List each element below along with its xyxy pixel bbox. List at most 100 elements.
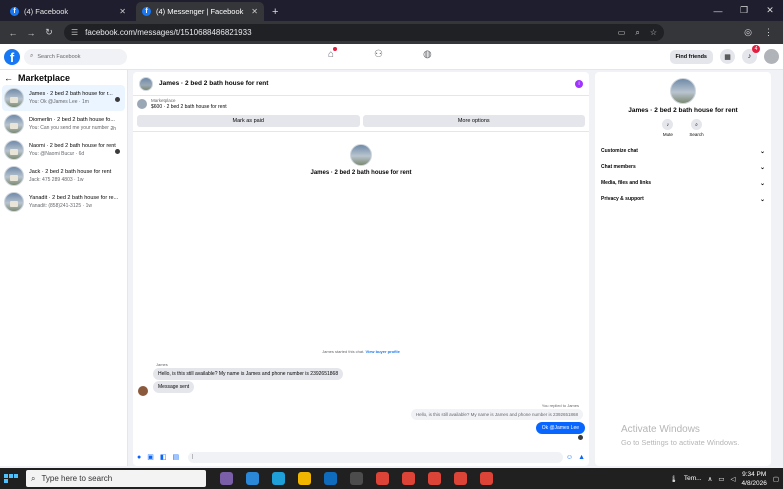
chrome-icon[interactable] bbox=[402, 472, 415, 485]
clock-time: 9:34 PM bbox=[742, 470, 767, 478]
conversation-item[interactable]: Naomi · 2 bed 2 bath house for rent You:… bbox=[2, 137, 125, 163]
conversation-avatar bbox=[4, 166, 24, 186]
conversation-item[interactable]: Yanadit · 2 bed 2 bath house for re... Y… bbox=[2, 189, 125, 215]
outgoing-message[interactable]: Ok @James Lee bbox=[535, 422, 585, 434]
conversation-item[interactable]: Diomerlin · 2 bed 2 bath house fo... You… bbox=[2, 111, 125, 137]
facebook-search-input[interactable]: ⌕ Search Facebook bbox=[24, 48, 127, 65]
chat-members-section[interactable]: Chat members ⌄ bbox=[595, 159, 771, 175]
mute-button[interactable]: ♪ Mute bbox=[662, 119, 674, 137]
microphone-icon[interactable]: ● bbox=[137, 454, 141, 461]
cast-icon[interactable]: ▭ bbox=[618, 28, 626, 38]
reload-icon[interactable]: ↻ bbox=[40, 27, 58, 38]
incoming-message[interactable]: Message sent bbox=[153, 381, 195, 393]
close-tab-icon[interactable]: ✕ bbox=[119, 7, 126, 16]
privacy-support-section[interactable]: Privacy & support ⌄ bbox=[595, 191, 771, 207]
sticker-icon[interactable]: ◧ bbox=[160, 453, 167, 461]
conversation-name: James · 2 bed 2 bath house for r... bbox=[29, 91, 113, 97]
menu-grid-icon[interactable]: ▦ bbox=[720, 49, 735, 64]
profile-icon[interactable]: ◎ bbox=[744, 27, 752, 38]
clock[interactable]: 9:34 PM 4/8/2026 bbox=[742, 470, 767, 488]
marketplace-icon[interactable]: ◍ bbox=[423, 49, 432, 60]
replied-note: You replied to James bbox=[541, 403, 579, 408]
bookmark-star-icon[interactable]: ☆ bbox=[650, 28, 657, 38]
browser-menu-icon[interactable]: ⋮ bbox=[764, 27, 773, 38]
chrome-icon[interactable] bbox=[428, 472, 441, 485]
restore-icon[interactable]: ❐ bbox=[731, 5, 757, 16]
view-buyer-profile-link[interactable]: View buyer profile bbox=[365, 349, 399, 354]
chevron-down-icon: ⌄ bbox=[759, 196, 765, 203]
copilot-icon[interactable] bbox=[246, 472, 259, 485]
media-files-links-section[interactable]: Media, files and links ⌄ bbox=[595, 175, 771, 191]
listing-thumbnail bbox=[137, 99, 147, 109]
emoji-icon[interactable]: ☺ bbox=[566, 454, 573, 461]
intro-avatar bbox=[350, 144, 372, 166]
outlook-icon[interactable] bbox=[324, 472, 337, 485]
message-composer: ● ▣ ◧ ▤ | ☺ ▲ bbox=[133, 448, 589, 466]
browser-tab-messenger[interactable]: f (4) Messenger | Facebook ✕ bbox=[136, 2, 264, 21]
new-tab-button[interactable]: + bbox=[272, 2, 278, 21]
more-options-button[interactable]: More options bbox=[362, 115, 585, 127]
conversation-item[interactable]: James · 2 bed 2 bath house for r... You:… bbox=[2, 85, 125, 111]
conversation-name: Naomi · 2 bed 2 bath house for rent bbox=[29, 143, 116, 149]
windows-start-icon[interactable] bbox=[4, 474, 18, 483]
panel-title: Marketplace bbox=[18, 73, 71, 83]
taskbar-search-input[interactable]: ⌕ Type here to search bbox=[26, 470, 206, 487]
close-window-icon[interactable]: ✕ bbox=[757, 5, 783, 16]
listing-card[interactable]: Marketplace $600 · 2 bed 2 bath house fo… bbox=[133, 96, 589, 112]
task-view-icon[interactable] bbox=[220, 472, 233, 485]
gif-icon[interactable]: ▤ bbox=[172, 453, 179, 461]
quoted-message[interactable]: Hello, is this still available? My name … bbox=[410, 409, 583, 420]
find-friends-button[interactable]: Find friends bbox=[669, 49, 713, 64]
edge-icon[interactable] bbox=[272, 472, 285, 485]
store-icon[interactable] bbox=[350, 472, 363, 485]
chat-title[interactable]: James · 2 bed 2 bath house for rent bbox=[159, 80, 268, 87]
facebook-logo-icon[interactable]: f bbox=[4, 48, 20, 65]
thumbs-up-icon[interactable]: ▲ bbox=[578, 454, 585, 461]
forward-icon[interactable]: → bbox=[22, 28, 40, 38]
minimize-icon[interactable]: — bbox=[705, 6, 731, 16]
volume-icon[interactable]: ◁ bbox=[731, 475, 736, 483]
notification-center-icon[interactable]: ▢ bbox=[773, 475, 779, 483]
tray-chevron-icon[interactable]: ∧ bbox=[708, 475, 713, 483]
close-tab-icon[interactable]: ✕ bbox=[251, 7, 258, 16]
photo-icon[interactable]: ▣ bbox=[147, 453, 154, 461]
search-placeholder: Search Facebook bbox=[37, 53, 81, 60]
site-info-icon[interactable]: ☰ bbox=[71, 28, 78, 37]
chevron-down-icon: ⌄ bbox=[759, 164, 765, 171]
info-icon[interactable]: i bbox=[575, 79, 583, 88]
conversation-last-message: Yanadit: (858)241-3125 · 1w bbox=[29, 203, 93, 209]
chrome-icon[interactable] bbox=[454, 472, 467, 485]
chat-panel: James · 2 bed 2 bath house for rent i Ma… bbox=[133, 72, 589, 466]
weather-icon[interactable]: 🌡 bbox=[670, 475, 678, 483]
friends-icon[interactable]: ⚇ bbox=[374, 49, 383, 60]
customize-chat-section[interactable]: Customize chat ⌄ bbox=[595, 143, 771, 159]
home-icon[interactable]: ⌂ bbox=[328, 47, 338, 60]
chrome-icon[interactable] bbox=[376, 472, 389, 485]
search-button[interactable]: ⌕ Search bbox=[689, 119, 704, 137]
conversation-item[interactable]: Jack · 2 bed 2 bath house for rent Jack:… bbox=[2, 163, 125, 189]
back-icon[interactable]: ← bbox=[4, 28, 22, 38]
browser-tab-facebook[interactable]: f (4) Facebook ✕ bbox=[4, 2, 132, 21]
back-arrow-icon[interactable]: ← bbox=[4, 73, 13, 83]
conversation-last-message: You: Can you send me your number ... bbox=[29, 125, 115, 131]
incoming-message[interactable]: Hello, is this still available? My name … bbox=[153, 368, 344, 380]
account-avatar[interactable] bbox=[764, 49, 779, 64]
search-icon: ⌕ bbox=[690, 119, 702, 130]
url-text[interactable]: facebook.com/messages/t/1510688486821933 bbox=[85, 28, 618, 37]
chat-avatar[interactable] bbox=[139, 76, 153, 91]
conversation-last-message: You: @Naomi Bucur · 6d bbox=[29, 151, 85, 157]
address-bar[interactable]: ☰ facebook.com/messages/t/15106884868219… bbox=[64, 24, 664, 41]
message-input[interactable]: | bbox=[188, 451, 563, 463]
window-controls: — ❐ ✕ bbox=[705, 0, 783, 21]
notifications-bell-icon[interactable]: ♪ 4 bbox=[742, 45, 760, 64]
chrome-icon[interactable] bbox=[480, 472, 493, 485]
network-icon[interactable]: ▭ bbox=[718, 475, 724, 483]
conversation-avatar bbox=[4, 192, 24, 212]
details-avatar[interactable] bbox=[670, 78, 696, 104]
zoom-icon[interactable]: ⌕ bbox=[635, 28, 639, 38]
weather-text[interactable]: Tem... bbox=[684, 475, 702, 482]
watermark-line1: Activate Windows bbox=[621, 424, 700, 435]
sender-avatar[interactable] bbox=[138, 386, 148, 396]
file-explorer-icon[interactable] bbox=[298, 472, 311, 485]
mark-as-paid-button[interactable]: Mark as paid bbox=[137, 115, 360, 127]
